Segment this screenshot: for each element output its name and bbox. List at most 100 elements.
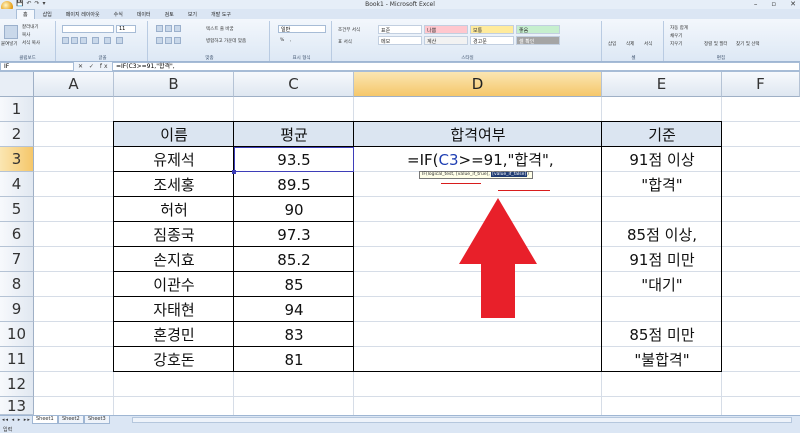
style-good[interactable]: 좋음	[516, 25, 560, 34]
find-select-button[interactable]: 찾기 및 선택	[736, 41, 760, 47]
style-check-cell[interactable]: 셀 확인	[516, 36, 560, 45]
row-header-4[interactable]: 4	[0, 172, 34, 197]
avg-cell[interactable]: 85.2	[234, 247, 354, 272]
row-header-10[interactable]: 10	[0, 322, 34, 347]
align-top-icon[interactable]	[156, 25, 163, 32]
row-header-13[interactable]: 13	[0, 397, 34, 415]
name-cell[interactable]: 조세홍	[114, 172, 234, 197]
row-header-6[interactable]: 6	[0, 222, 34, 247]
name-cell[interactable]: 허허	[114, 197, 234, 222]
horizontal-scrollbar[interactable]	[132, 417, 792, 423]
fill-color-icon[interactable]	[104, 37, 111, 44]
column-header-f[interactable]: F	[722, 72, 800, 97]
tab-view[interactable]: 보기	[182, 10, 203, 19]
align-middle-icon[interactable]	[165, 25, 172, 32]
cell-edit-text[interactable]: =IF(C3 >=91,"합격",	[354, 147, 602, 172]
border-icon[interactable]	[92, 37, 99, 44]
save-icon[interactable]: 💾	[16, 0, 23, 8]
name-box[interactable]: IF	[0, 62, 74, 71]
align-left-icon[interactable]	[156, 37, 163, 44]
name-cell[interactable]: 자태현	[114, 297, 234, 322]
tab-insert[interactable]: 삽입	[37, 10, 58, 19]
redo-icon[interactable]: ↷	[35, 0, 40, 8]
align-right-icon[interactable]	[174, 37, 181, 44]
header-name-cell[interactable]: 이름	[114, 122, 234, 147]
copy-button[interactable]: 복사	[22, 32, 30, 38]
sheet-tab-3[interactable]: Sheet3	[84, 416, 110, 424]
customize-qat-icon[interactable]: ▾	[43, 0, 46, 8]
name-cell[interactable]: 이관수	[114, 272, 234, 297]
column-header-e[interactable]: E	[602, 72, 722, 97]
format-table-button[interactable]: 표 서식	[338, 39, 352, 45]
format-cells-button[interactable]: 서식	[644, 41, 652, 47]
insert-cells-button[interactable]: 삽입	[608, 41, 616, 47]
row-header-7[interactable]: 7	[0, 247, 34, 272]
tab-page-layout[interactable]: 페이지 레이아웃	[60, 10, 106, 19]
font-name-select[interactable]	[62, 25, 114, 33]
column-header-c[interactable]: C	[234, 72, 354, 97]
style-bad[interactable]: 나쁨	[424, 25, 468, 34]
undo-icon[interactable]: ↶	[26, 0, 31, 8]
header-result-cell[interactable]: 합격여부	[354, 122, 602, 147]
tab-data[interactable]: 데이터	[131, 10, 157, 19]
underline-icon[interactable]	[80, 37, 87, 44]
cut-button[interactable]: 잘라내기	[22, 24, 39, 30]
row-header-1[interactable]: 1	[0, 97, 34, 122]
avg-cell[interactable]: 89.5	[234, 172, 354, 197]
font-color-icon[interactable]	[116, 37, 123, 44]
italic-icon[interactable]	[71, 37, 78, 44]
fill-handle[interactable]	[232, 170, 236, 174]
avg-cell[interactable]: 94	[234, 297, 354, 322]
fill-button[interactable]: 채우기	[670, 33, 682, 39]
row-header-5[interactable]: 5	[0, 197, 34, 222]
style-note[interactable]: 메모	[378, 36, 422, 45]
merge-center-button[interactable]: 병합하고 가운데 맞춤	[206, 38, 246, 44]
sort-filter-button[interactable]: 정렬 및 필터	[704, 41, 728, 47]
sheet-tab-2[interactable]: Sheet2	[58, 416, 84, 424]
fx-icon[interactable]: ✕ ✓ fx	[78, 62, 110, 71]
avg-cell[interactable]: 90	[234, 197, 354, 222]
autosum-button[interactable]: 자동 합계	[670, 25, 688, 31]
row-header-3[interactable]: 3	[0, 147, 34, 172]
delete-cells-button[interactable]: 삭제	[626, 41, 634, 47]
row-header-11[interactable]: 11	[0, 347, 34, 372]
style-normal[interactable]: 표준	[378, 25, 422, 34]
column-header-b[interactable]: B	[114, 72, 234, 97]
style-neutral[interactable]: 보통	[470, 25, 514, 34]
name-cell[interactable]: 혼경민	[114, 322, 234, 347]
bold-icon[interactable]	[62, 37, 69, 44]
sheet-tab-1[interactable]: Sheet1	[32, 416, 58, 424]
column-header-a[interactable]: A	[34, 72, 114, 97]
header-avg-cell[interactable]: 평균	[234, 122, 354, 147]
avg-cell[interactable]: 85	[234, 272, 354, 297]
paste-button[interactable]: 붙여넣기	[1, 41, 18, 47]
comma-button[interactable]: ,	[290, 38, 291, 43]
tab-formulas[interactable]: 수식	[108, 10, 129, 19]
avg-cell[interactable]: 97.3	[234, 222, 354, 247]
wrap-text-button[interactable]: 텍스트 줄 바꿈	[206, 26, 234, 32]
tab-home[interactable]: 홈	[16, 9, 35, 19]
row-header-8[interactable]: 8	[0, 272, 34, 297]
name-cell[interactable]: 짐종국	[114, 222, 234, 247]
sheet-nav-icon[interactable]: ◂◂ ◂ ▸ ▸▸	[2, 417, 31, 423]
style-warning[interactable]: 경고문	[470, 36, 514, 45]
row-header-9[interactable]: 9	[0, 297, 34, 322]
formula-input[interactable]: =IF(C3>=91,"합격",	[112, 62, 800, 71]
tab-developer[interactable]: 개발 도구	[205, 10, 237, 19]
percent-button[interactable]: %	[280, 38, 284, 43]
name-cell[interactable]: 강호돈	[114, 347, 234, 372]
font-size-select[interactable]: 11	[116, 25, 136, 33]
number-format-select[interactable]: 일반	[278, 25, 326, 33]
align-bottom-icon[interactable]	[174, 25, 181, 32]
format-painter-button[interactable]: 서식 복사	[22, 40, 40, 46]
avg-cell[interactable]: 83	[234, 322, 354, 347]
name-cell[interactable]: 손지효	[114, 247, 234, 272]
row-header-2[interactable]: 2	[0, 122, 34, 147]
close-button[interactable]: ✕	[790, 0, 796, 8]
tab-review[interactable]: 검토	[159, 10, 180, 19]
paste-icon[interactable]	[4, 25, 18, 39]
style-calculation[interactable]: 계산	[424, 36, 468, 45]
row-header-12[interactable]: 12	[0, 372, 34, 397]
function-argument-tooltip[interactable]: IF(logical_test, [value_if_true], [value…	[419, 171, 533, 179]
select-all-button[interactable]	[0, 72, 34, 97]
